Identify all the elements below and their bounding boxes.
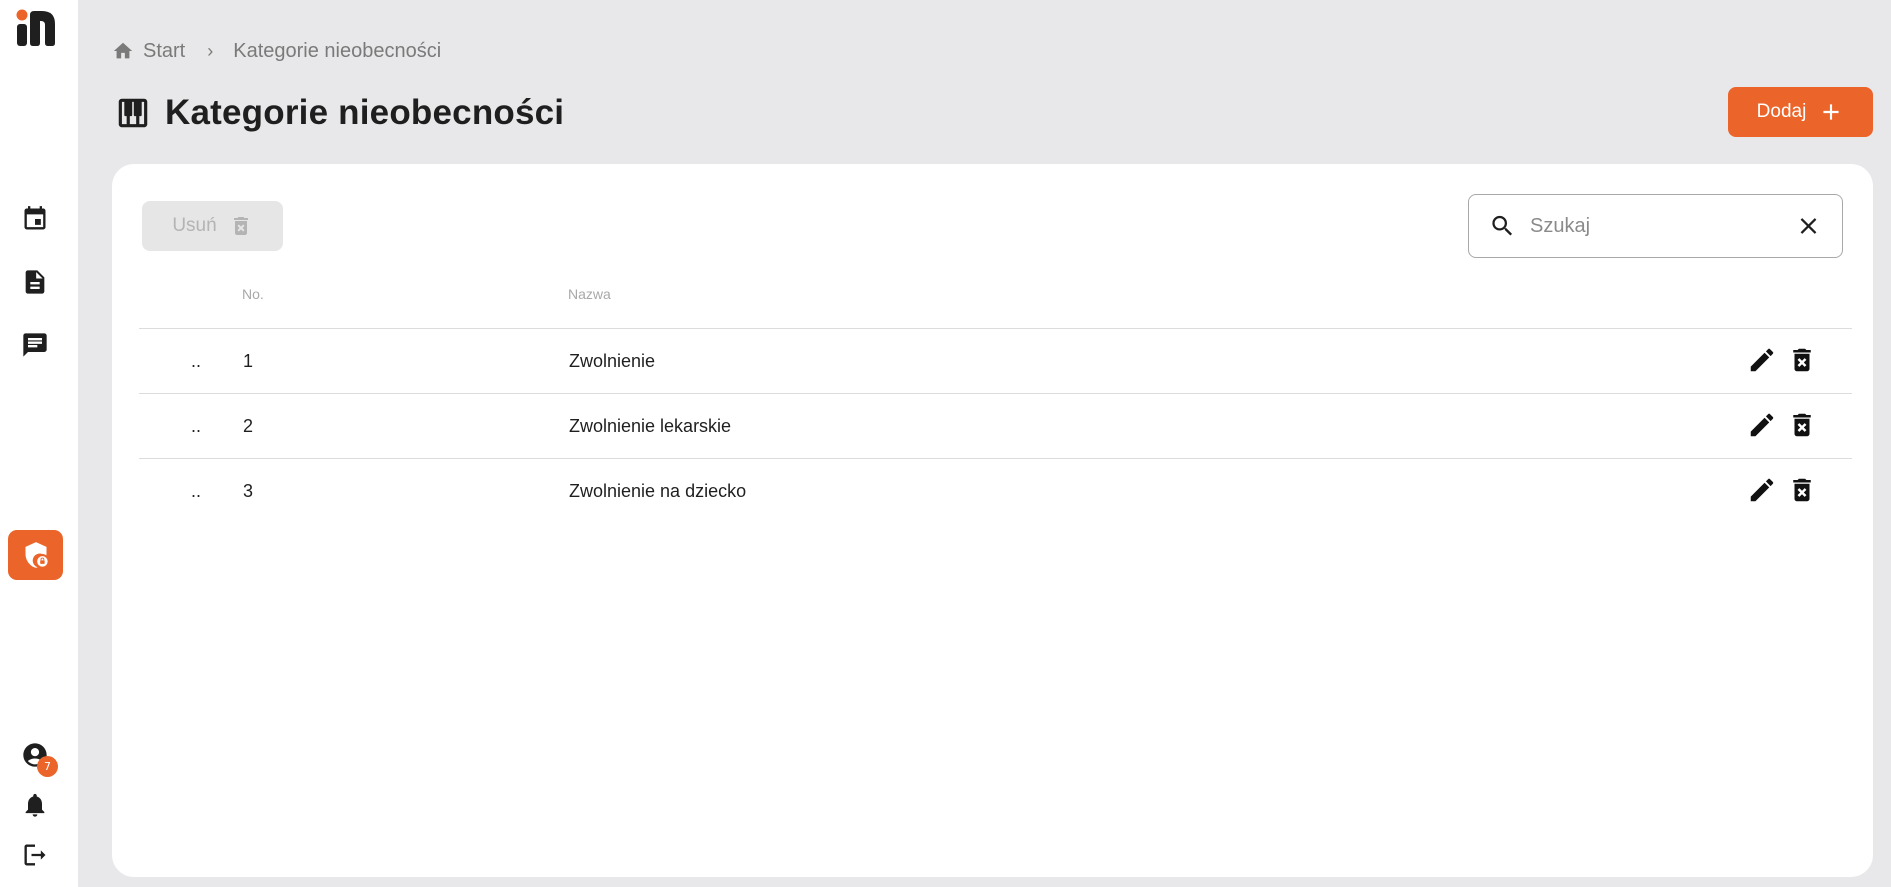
table-row[interactable]: .. 3 Zwolnienie na dziecko: [139, 458, 1852, 523]
column-header-no[interactable]: No.: [242, 286, 264, 302]
categories-card: Usuń No. Nazwa .. 1 Zwolnienie .. 2 Zwol…: [112, 164, 1873, 877]
home-icon[interactable]: [112, 40, 134, 62]
breadcrumb-current: Kategorie nieobecności: [233, 39, 442, 62]
column-header-name[interactable]: Nazwa: [568, 286, 611, 302]
trash-icon: [233, 217, 248, 235]
trash-icon[interactable]: [1787, 410, 1817, 440]
drag-handle[interactable]: ..: [191, 416, 201, 437]
delete-button-label: Usuń: [172, 215, 217, 236]
delete-button[interactable]: Usuń: [142, 201, 283, 251]
edit-icon[interactable]: [1747, 410, 1777, 440]
document-icon[interactable]: [19, 266, 51, 298]
plus-icon: [1823, 104, 1839, 120]
close-icon[interactable]: [1795, 212, 1822, 240]
bell-icon[interactable]: [19, 789, 51, 821]
add-button[interactable]: Dodaj: [1728, 87, 1873, 137]
row-name: Zwolnienie: [569, 351, 656, 371]
row-name: Zwolnienie na dziecko: [569, 481, 747, 501]
row-number: 3: [243, 481, 254, 501]
edit-icon[interactable]: [1747, 475, 1777, 505]
row-number: 1: [243, 351, 254, 371]
table-row[interactable]: .. 2 Zwolnienie lekarskie: [139, 393, 1852, 458]
breadcrumb-separator: ›: [207, 40, 214, 61]
piano-icon: [118, 98, 148, 128]
trash-icon[interactable]: [1787, 475, 1817, 505]
shield-lock-icon[interactable]: [8, 530, 63, 580]
sidebar: 7: [0, 0, 78, 887]
row-name: Zwolnienie lekarskie: [569, 416, 732, 436]
row-number: 2: [243, 416, 254, 436]
search-box: [1468, 194, 1843, 258]
breadcrumb: Start › Kategorie nieobecności: [112, 38, 441, 64]
breadcrumb-home[interactable]: Start: [143, 40, 185, 63]
calendar-icon[interactable]: [19, 203, 51, 235]
logout-icon[interactable]: [19, 839, 51, 871]
table-row[interactable]: .. 1 Zwolnienie: [139, 328, 1852, 393]
search-input[interactable]: [1530, 206, 1795, 246]
app-logo[interactable]: [14, 6, 58, 50]
trash-icon[interactable]: [1787, 345, 1817, 375]
page-title: Kategorie nieobecności: [165, 93, 565, 132]
edit-icon[interactable]: [1747, 345, 1777, 375]
account-badge: 7: [37, 756, 58, 777]
search-icon: [1492, 215, 1513, 236]
message-icon[interactable]: [19, 329, 51, 361]
page-header: Kategorie nieobecności: [114, 88, 564, 138]
drag-handle[interactable]: ..: [191, 481, 201, 502]
drag-handle[interactable]: ..: [191, 351, 201, 372]
add-button-label: Dodaj: [1756, 101, 1807, 122]
